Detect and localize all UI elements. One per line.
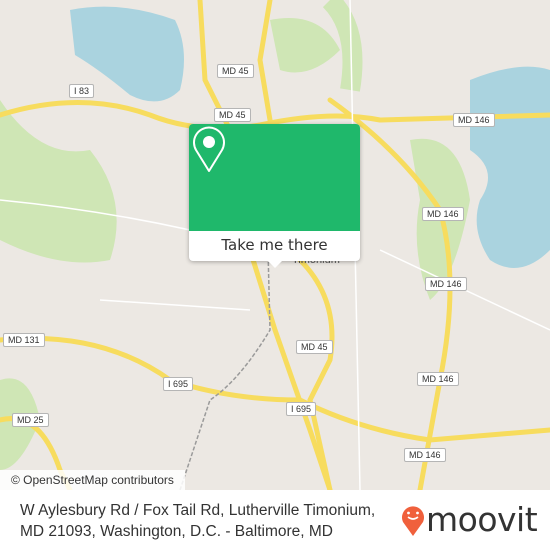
road-label: MD 25 bbox=[12, 413, 49, 427]
road-label: MD 146 bbox=[425, 277, 467, 291]
road-label: MD 45 bbox=[214, 108, 251, 122]
moovit-logo: moovit bbox=[400, 500, 538, 539]
road-label: MD 45 bbox=[217, 64, 254, 78]
destination-popup: Take me there bbox=[189, 124, 360, 268]
road-label: MD 146 bbox=[417, 372, 459, 386]
address: W Aylesbury Rd / Fox Tail Rd, Luthervill… bbox=[20, 500, 375, 542]
road-label: I 83 bbox=[69, 84, 95, 98]
address-line-1: W Aylesbury Rd / Fox Tail Rd, Luthervill… bbox=[20, 502, 376, 519]
map[interactable]: MD 45 I 83 MD 45 MD 146 MD 146 MD 146 MD… bbox=[0, 0, 550, 490]
road-label: MD 45 bbox=[296, 340, 333, 354]
road-label: MD 146 bbox=[453, 113, 495, 127]
road-label: I 695 bbox=[286, 402, 317, 416]
footer: W Aylesbury Rd / Fox Tail Rd, Luthervill… bbox=[0, 490, 550, 550]
road-label: I 695 bbox=[163, 377, 194, 391]
address-line-2: MD 21093, Washington, D.C. - Baltimore, … bbox=[20, 523, 333, 540]
road-label: MD 146 bbox=[422, 207, 464, 221]
take-me-there-button[interactable]: Take me there bbox=[189, 231, 360, 261]
attribution[interactable]: © OpenStreetMap contributors bbox=[0, 470, 185, 490]
brand-name: moovit bbox=[426, 500, 538, 539]
road-label: MD 131 bbox=[3, 333, 45, 347]
popup-tail bbox=[267, 260, 283, 268]
map-pin-icon bbox=[193, 126, 225, 172]
popup-header bbox=[189, 124, 360, 231]
moovit-pin-icon bbox=[402, 506, 424, 536]
road-label: MD 146 bbox=[404, 448, 446, 462]
